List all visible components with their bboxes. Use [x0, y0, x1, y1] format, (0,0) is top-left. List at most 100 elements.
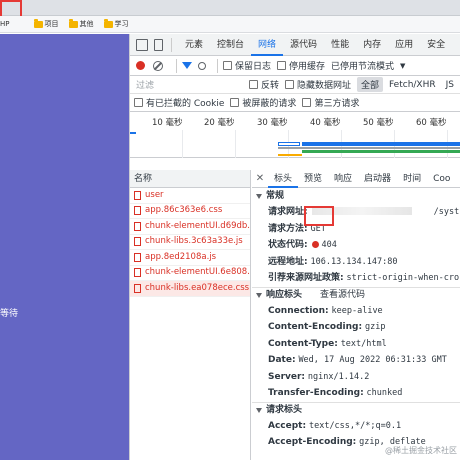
detail-tab-headers[interactable]: 标头 — [268, 170, 299, 188]
divider — [217, 58, 218, 73]
record-icon[interactable] — [136, 61, 145, 70]
invert-checkbox[interactable]: 反转 — [248, 78, 279, 91]
hide-data-urls-checkbox[interactable]: 隐藏数据网址 — [284, 78, 351, 91]
detail-tab-cookies[interactable]: Coo — [427, 170, 456, 188]
request-row[interactable]: chunk-elementUI.6e808... — [130, 266, 250, 281]
checkbox-icon[interactable] — [302, 98, 312, 107]
devtools-panel: 元素 控制台 网络 源代码 性能 内存 应用 安全 保留日志 停用缓存 已停用节… — [129, 34, 460, 460]
bookmark-hp[interactable]: HP — [0, 20, 10, 28]
blocked-cookies-checkbox[interactable]: 有已拦截的 Cookie — [134, 96, 224, 109]
checkbox-icon[interactable] — [248, 80, 258, 89]
response-header-row: Connection: keep-alive — [268, 305, 383, 316]
gridline — [235, 130, 236, 158]
response-header-row: Content-Encoding: gzip — [268, 322, 386, 332]
clear-icon[interactable] — [153, 60, 163, 71]
file-icon — [134, 190, 141, 200]
folder-icon — [33, 18, 43, 28]
bookmark-other[interactable]: 其他 — [68, 18, 94, 29]
detail-tabbar: ✕ 标头 预览 响应 启动器 时间 Coo — [252, 170, 460, 188]
timeline-tick: 50 毫秒 — [363, 118, 394, 128]
timeline-bar — [130, 132, 136, 134]
checkbox-icon[interactable] — [284, 80, 294, 89]
checkbox-icon[interactable] — [277, 61, 287, 70]
filter-input[interactable]: 过滤 — [134, 78, 249, 91]
request-headers-section-header[interactable]: 请求标头 — [252, 401, 460, 418]
device-toolbar-icon[interactable] — [154, 38, 163, 51]
network-split-view: 名称 user app.86c363e6.css chunk-elementUI… — [130, 170, 460, 460]
general-remote-address: 远程地址: 106.13.134.147:80 — [268, 256, 398, 267]
response-header-row: Transfer-Encoding: chunked — [268, 388, 403, 398]
error-status-icon — [312, 241, 320, 248]
close-icon[interactable]: ✕ — [252, 173, 268, 184]
gridline — [182, 130, 183, 158]
timeline-bar — [302, 142, 402, 146]
tab-memory[interactable]: 内存 — [356, 34, 388, 56]
network-toolbar: 保留日志 停用缓存 已停用节流模式 ▼ — [130, 56, 460, 76]
response-header-row: Content-Type: text/html — [268, 338, 387, 349]
timeline-tick: 10 毫秒 — [152, 118, 183, 128]
timeline-bar — [302, 150, 460, 153]
name-column-header[interactable]: 名称 — [130, 170, 250, 188]
response-header-row: Date: Wed, 17 Aug 2022 06:31:33 GMT — [268, 355, 447, 365]
checkbox-icon[interactable] — [134, 98, 143, 107]
request-header-row: Accept: text/css,*/*;q=0.1 — [268, 420, 402, 431]
preserve-log-checkbox[interactable]: 保留日志 — [223, 59, 271, 72]
file-icon — [134, 252, 141, 262]
timeline-tick: 60 毫秒 — [416, 118, 447, 128]
devtools-tabbar: 元素 控制台 网络 源代码 性能 内存 应用 安全 — [130, 34, 460, 56]
filter-type-all[interactable]: 全部 — [356, 77, 383, 92]
detail-tab-initiator[interactable]: 启动器 — [358, 170, 397, 188]
throttling-select[interactable]: 已停用节流模式 — [331, 59, 394, 72]
filter-icon[interactable] — [182, 62, 192, 69]
file-icon — [134, 283, 141, 293]
timeline-bar — [278, 154, 302, 156]
request-row[interactable]: chunk-libs.3c63a33e.js — [130, 235, 250, 250]
file-icon — [134, 206, 141, 216]
tab-security[interactable]: 安全 — [420, 34, 452, 56]
request-row[interactable]: user — [130, 188, 250, 204]
tab-console[interactable]: 控制台 — [210, 34, 251, 56]
disable-cache-checkbox[interactable]: 停用缓存 — [277, 59, 325, 72]
file-icon — [134, 221, 141, 231]
blocked-requests-checkbox[interactable]: 被屏蔽的请求 — [230, 96, 296, 109]
red-highlight-box — [304, 206, 334, 226]
tab-application[interactable]: 应用 — [388, 34, 420, 56]
folder-icon — [103, 18, 113, 28]
inspect-element-icon[interactable] — [136, 38, 148, 51]
caret-down-icon — [256, 292, 262, 298]
detail-tab-response[interactable]: 响应 — [328, 170, 358, 188]
view-source-link[interactable]: 查看源代码 — [320, 287, 365, 303]
bookmarks-bar: HP 项目 其他 学习 — [0, 16, 460, 33]
filter-type-fetch-xhr[interactable]: Fetch/XHR — [385, 79, 440, 91]
timeline-tick: 30 毫秒 — [257, 118, 288, 128]
checkbox-icon[interactable] — [223, 61, 232, 70]
bookmark-study[interactable]: 学习 — [103, 18, 129, 29]
request-row[interactable]: app.8ed2108a.js — [130, 250, 250, 266]
request-detail: ✕ 标头 预览 响应 启动器 时间 Coo 常规 请求网址:/syst 请求方法… — [252, 170, 460, 460]
search-icon[interactable] — [198, 61, 206, 70]
bookmark-projects[interactable]: 项目 — [33, 18, 59, 29]
divider — [171, 37, 172, 52]
tab-sources[interactable]: 源代码 — [283, 34, 324, 56]
request-row[interactable]: app.86c363e6.css — [130, 204, 250, 219]
response-headers-section-header[interactable]: 响应标头 查看源代码 — [252, 286, 460, 303]
caret-down-icon — [256, 407, 262, 413]
general-section-header[interactable]: 常规 — [252, 188, 460, 204]
tab-performance[interactable]: 性能 — [324, 34, 356, 56]
tab-elements[interactable]: 元素 — [178, 34, 210, 56]
watermark: @稀土掘金技术社区 — [385, 446, 457, 455]
network-timeline[interactable]: 10 毫秒 20 毫秒 30 毫秒 40 毫秒 50 毫秒 60 毫秒 — [130, 112, 460, 158]
chevron-down-icon[interactable]: ▼ — [400, 62, 405, 70]
response-header-row: Server: nginx/1.14.2 — [268, 371, 370, 382]
filter-type-js[interactable]: JS — [442, 79, 458, 91]
timeline-bar — [278, 142, 300, 146]
detail-tab-preview[interactable]: 预览 — [298, 170, 328, 188]
detail-tab-timing[interactable]: 时间 — [397, 170, 427, 188]
checkbox-icon[interactable] — [230, 98, 240, 107]
request-row-selected[interactable]: chunk-libs.ea078ece.css — [130, 281, 250, 297]
tab-network[interactable]: 网络 — [251, 34, 284, 56]
third-party-checkbox[interactable]: 第三方请求 — [302, 96, 359, 109]
general-status-code: 状态代码: 404 — [268, 240, 337, 250]
request-row[interactable]: chunk-elementUI.d69db... — [130, 219, 250, 235]
general-referrer-policy: 引荐来源网址政策: strict-origin-when-cross — [268, 273, 460, 283]
